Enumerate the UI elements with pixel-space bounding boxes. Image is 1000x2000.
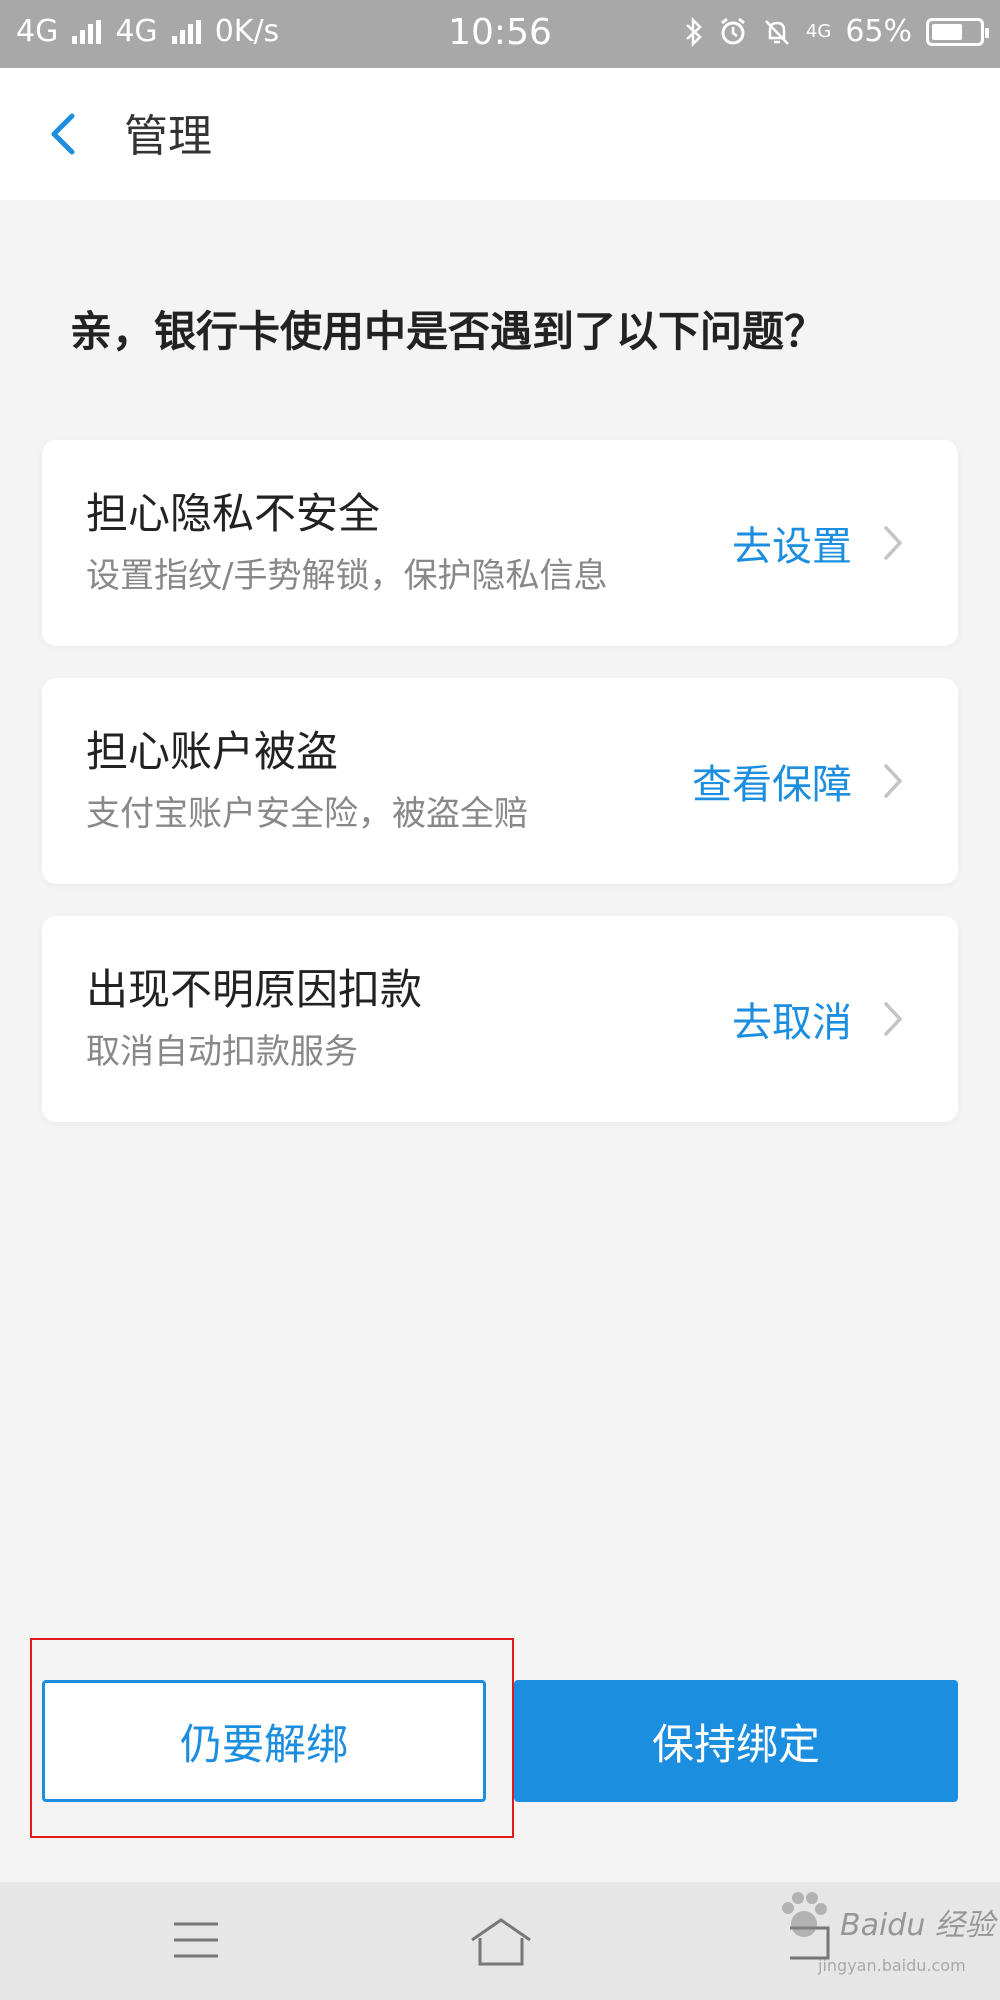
- status-bar: 4G 4G 0K/s 10:56 4G 65%: [0, 0, 1000, 68]
- card-action-link[interactable]: 查看保障: [692, 752, 852, 810]
- bluetooth-icon: [686, 16, 702, 47]
- card-desc: 设置指纹/手势解锁，保护隐私信息: [86, 556, 608, 596]
- chevron-left-icon: [51, 113, 75, 155]
- watermark-text: Baidu 经验: [840, 1908, 995, 1943]
- card-action-link[interactable]: 去取消: [732, 990, 852, 1048]
- card-unknown-deduction[interactable]: 出现不明原因扣款 取消自动扣款服务 去取消: [42, 916, 958, 1122]
- keep-binding-button[interactable]: 保持绑定: [514, 1680, 958, 1802]
- network-type-3: 4G: [805, 21, 832, 42]
- paw-icon: [782, 1892, 827, 1937]
- menu-icon[interactable]: [172, 1920, 220, 1960]
- card-privacy[interactable]: 担心隐私不安全 设置指纹/手势解锁，保护隐私信息 去设置: [42, 440, 958, 646]
- chevron-right-icon: [884, 526, 902, 560]
- card-desc: 取消自动扣款服务: [86, 1032, 358, 1072]
- card-title: 担心隐私不安全: [86, 489, 381, 538]
- card-action-link[interactable]: 去设置: [732, 514, 852, 572]
- battery-fill: [932, 23, 962, 40]
- watermark: Baidu 经验 jingyan.baidu.com: [770, 1880, 996, 1990]
- page-title: 管理: [124, 111, 212, 162]
- alarm-icon: [720, 17, 745, 44]
- card-title: 担心账户被盗: [86, 727, 339, 776]
- card-desc: 支付宝账户安全险，被盗全赔: [86, 794, 528, 834]
- chevron-right-icon: [884, 1002, 902, 1036]
- home-icon[interactable]: [468, 1916, 534, 1968]
- back-button[interactable]: [36, 104, 96, 164]
- card-account-theft[interactable]: 担心账户被盗 支付宝账户安全险，被盗全赔 查看保障: [42, 678, 958, 884]
- battery-percent: 65%: [845, 14, 912, 49]
- card-title: 出现不明原因扣款: [86, 965, 423, 1014]
- chevron-right-icon: [884, 764, 902, 798]
- nav-bar: 管理: [0, 68, 1000, 200]
- status-right: 4G 65%: [684, 14, 989, 49]
- mute-bell-icon: [765, 19, 789, 45]
- watermark-url: jingyan.baidu.com: [818, 1956, 966, 1975]
- battery-icon: [926, 17, 989, 46]
- unbind-button[interactable]: 仍要解绑: [42, 1680, 486, 1802]
- question-heading: 亲，银行卡使用中是否遇到了以下问题？: [70, 307, 827, 356]
